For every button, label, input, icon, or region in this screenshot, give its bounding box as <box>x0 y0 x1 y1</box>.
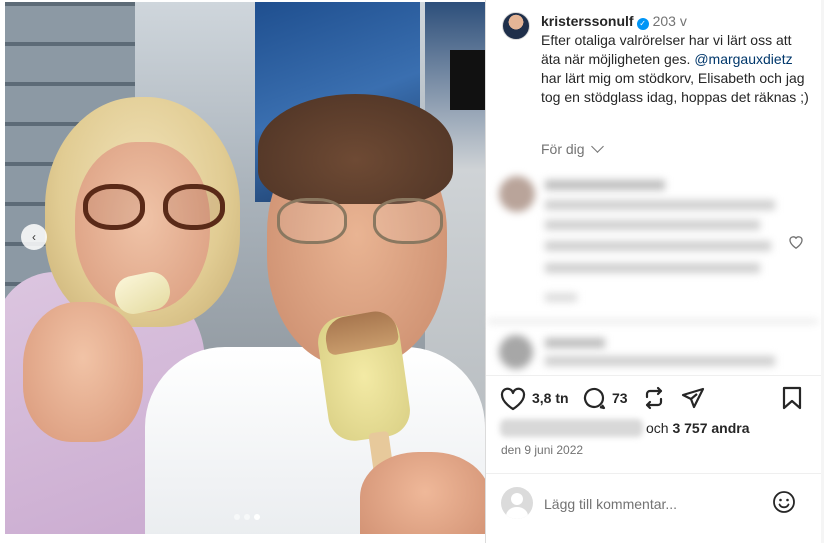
current-user-avatar <box>501 487 533 519</box>
comment-blurred-text <box>545 220 760 230</box>
comment-sort-label: För dig <box>541 141 585 157</box>
comment-blurred-text <box>545 356 775 366</box>
heart-icon[interactable] <box>500 387 526 411</box>
woman-glasses <box>83 184 231 232</box>
chevron-left-icon: ‹ <box>32 230 36 244</box>
woman-hand <box>23 302 143 442</box>
comment-blurred-text <box>545 180 665 190</box>
liked-by-line[interactable]: och 3 757 andra <box>500 418 810 438</box>
post-caption: kristerssonulf ✓ 203 v Efter otaliga valrö… <box>541 12 811 107</box>
likes-count[interactable]: 3,8 tn <box>532 390 569 406</box>
bookmark-icon[interactable] <box>782 386 802 410</box>
comment-box-divider <box>486 473 821 474</box>
comment-blurred-line <box>488 320 818 323</box>
post-date[interactable]: den 9 juni 2022 <box>501 443 583 457</box>
author-username[interactable]: kristerssonulf <box>541 13 634 29</box>
panel-divider <box>485 0 486 543</box>
liked-by-users-blurred <box>500 419 643 437</box>
author-avatar[interactable] <box>502 12 530 40</box>
comment-blurred-text <box>545 338 605 348</box>
post-photo[interactable]: ‹ <box>5 2 485 534</box>
liked-by-text: och 3 757 andra <box>646 420 750 436</box>
post-time-ago[interactable]: 203 v <box>653 13 687 29</box>
man-hand <box>360 452 485 534</box>
comment-blurred-text <box>545 241 771 251</box>
liked-by-connector: och <box>646 420 669 436</box>
comment-blurred-text <box>545 200 775 210</box>
emoji-icon[interactable] <box>772 490 796 514</box>
actions-divider <box>486 375 821 376</box>
paper-plane-icon[interactable] <box>681 386 705 410</box>
man-hair <box>258 94 453 204</box>
liked-by-others-count[interactable]: 3 757 andra <box>672 420 749 436</box>
comment-blurred-meta <box>545 293 577 302</box>
man-glasses <box>277 198 447 246</box>
verified-badge-icon: ✓ <box>636 18 649 30</box>
caption-text-continued: har lärt mig om stödkorv, Elisabeth och … <box>541 70 809 105</box>
building-sign <box>450 50 485 110</box>
repost-icon[interactable] <box>642 386 666 410</box>
comment-sort-dropdown[interactable]: För dig <box>541 140 604 157</box>
comments-count[interactable]: 73 <box>612 390 628 406</box>
chevron-down-icon <box>590 140 604 153</box>
comment-like-heart-icon[interactable] <box>788 234 804 249</box>
carousel-dot-active[interactable] <box>254 514 260 520</box>
comment-blurred-text <box>545 263 760 273</box>
add-comment-input[interactable] <box>544 492 754 516</box>
carousel-dots <box>234 514 260 520</box>
mention-link[interactable]: @margauxdietz <box>694 51 792 67</box>
carousel-dot[interactable] <box>244 514 250 520</box>
comment-avatar <box>499 176 535 212</box>
comment-avatar <box>499 335 533 369</box>
carousel-dot[interactable] <box>234 514 240 520</box>
carousel-prev-button[interactable]: ‹ <box>21 224 47 250</box>
comment-bubble-icon[interactable] <box>582 386 606 410</box>
